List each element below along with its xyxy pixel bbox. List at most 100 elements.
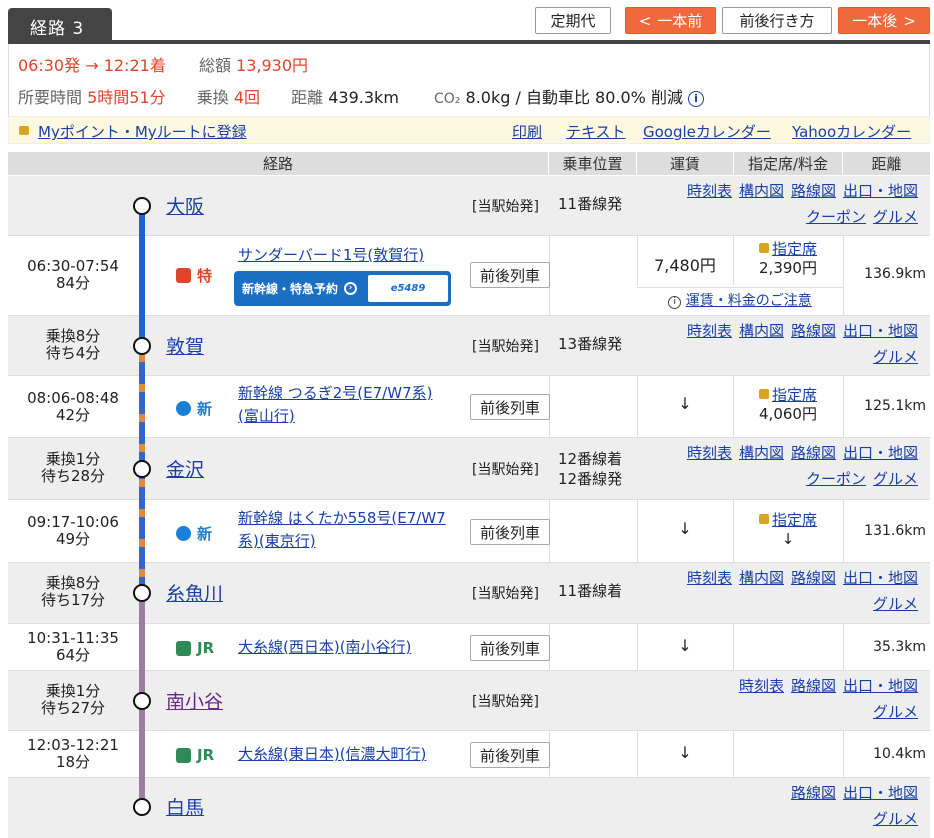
train-destination-link[interactable]: 系)(東京行) — [238, 530, 446, 553]
reserved-seat-link[interactable]: 指定席 — [772, 240, 817, 258]
commuter-pass-button[interactable]: 定期代 — [535, 7, 611, 34]
gourmet-link[interactable]: グルメ — [873, 595, 918, 613]
exit-map-link[interactable]: 出口・地図 — [843, 182, 918, 200]
departure-platform: 12番線発 — [558, 470, 623, 488]
train-name-link[interactable]: 大糸線(東日本)(信濃大町行) — [238, 743, 426, 766]
platform: 12番線着 12番線発 — [558, 449, 622, 489]
gourmet-link[interactable]: グルメ — [873, 810, 918, 828]
station-links: 時刻表 路線図 出口・地図 グルメ — [732, 673, 918, 725]
line-map-link[interactable]: 路線図 — [791, 677, 836, 695]
line-map-link[interactable]: 路線図 — [791, 322, 836, 340]
google-calendar-link[interactable]: Googleカレンダー — [643, 121, 771, 142]
train-name: 新幹線 つるぎ2号(E7/W7系) (富山行) — [238, 382, 432, 428]
duration: 5時間51分 — [87, 88, 166, 107]
duration-label: 所要時間 — [18, 88, 83, 107]
train-distance: 131.6km — [864, 523, 926, 539]
register-link[interactable]: Myポイント・Myルートに登録 — [38, 121, 247, 142]
line-map-link[interactable]: 路線図 — [791, 444, 836, 462]
station-map-link[interactable]: 構内図 — [739, 322, 784, 340]
jr-badge: JR — [176, 746, 214, 764]
station-name[interactable]: 糸魚川 — [166, 579, 223, 606]
station-links: 路線図 出口・地図 グルメ — [784, 780, 918, 832]
reserved-fee: ↓ — [781, 530, 795, 548]
reserved-seat-link[interactable]: 指定席 — [772, 386, 817, 404]
station-row-osaka: 大阪 [当駅始発] 11番線発 時刻表 構内図 路線図 出口・地図 クーポン グルメ — [8, 176, 930, 235]
gourmet-link[interactable]: グルメ — [873, 348, 918, 366]
timetable-link[interactable]: 時刻表 — [739, 677, 784, 695]
print-link[interactable]: 印刷 — [512, 121, 542, 142]
timetable-link[interactable]: 時刻表 — [687, 182, 732, 200]
limited-express-badge: 特 — [176, 265, 212, 286]
station-row-tsuruga: 乗換8分 待ち4分 敦賀 [当駅始発] 13番線発 時刻表 構内図 路線図 出口・地図 … — [8, 316, 930, 375]
exit-map-link[interactable]: 出口・地図 — [843, 322, 918, 340]
station-node-icon — [133, 798, 151, 816]
coupon-link[interactable]: クーポン — [806, 208, 866, 226]
line-map-link[interactable]: 路線図 — [791, 784, 836, 802]
adjacent-trains-button[interactable]: 前後列車 — [470, 519, 550, 545]
origin-note: [当駅始発] — [472, 199, 539, 215]
train-name-link[interactable]: 新幹線 はくたか558号(E7/W7 — [238, 507, 446, 530]
arrow-circle-icon: › — [344, 282, 358, 295]
header-fare: 運賃 — [637, 152, 733, 175]
e5489-banner[interactable]: 新幹線・特急予約 › e5489 — [234, 271, 451, 306]
adjacent-trains-label: 前後列車 — [479, 266, 540, 285]
route-tab[interactable]: 経路 3 — [8, 8, 112, 44]
transfer-time: 乗換1分 — [45, 682, 101, 700]
station-name[interactable]: 南小谷 — [166, 687, 223, 714]
gourmet-link[interactable]: グルメ — [873, 208, 918, 226]
previous-train-button[interactable]: < 一本前 — [625, 7, 716, 34]
exit-map-link[interactable]: 出口・地図 — [843, 444, 918, 462]
station-name[interactable]: 白馬 — [166, 793, 204, 820]
timetable-link[interactable]: 時刻表 — [687, 322, 732, 340]
transfers: 4回 — [233, 88, 261, 107]
station-name[interactable]: 金沢 — [166, 455, 204, 482]
exit-map-link[interactable]: 出口・地図 — [843, 784, 918, 802]
timetable-link[interactable]: 時刻表 — [687, 444, 732, 462]
adjacent-trains-button[interactable]: 前後列車 — [470, 394, 550, 420]
adjacent-trains-button[interactable]: 前後列車 — [470, 262, 550, 288]
exit-map-link[interactable]: 出口・地図 — [843, 677, 918, 695]
next-train-button[interactable]: 一本後 > — [838, 7, 930, 34]
origin-note: [当駅始発] — [472, 462, 539, 478]
adjacent-trains-button[interactable]: 前後列車 — [470, 635, 550, 661]
fare-notice-link[interactable]: 運賃・料金のご注意 — [686, 293, 812, 309]
train-row-hakutaka: 09:17-10:06 49分 新 新幹線 はくたか558号(E7/W7 系)(東京… — [8, 499, 930, 563]
train-name-link[interactable]: 新幹線 つるぎ2号(E7/W7系) — [238, 382, 432, 405]
gourmet-link[interactable]: グルメ — [873, 470, 918, 488]
lock-icon — [19, 126, 29, 135]
train-name-link[interactable]: サンダーバード1号(敦賀行) — [238, 244, 424, 267]
exit-map-link[interactable]: 出口・地図 — [843, 569, 918, 587]
adjacent-trains-button[interactable]: 前後列車 — [470, 742, 550, 768]
train-destination-link[interactable]: (富山行) — [238, 405, 432, 428]
station-name[interactable]: 敦賀 — [166, 332, 204, 359]
station-map-link[interactable]: 構内図 — [739, 444, 784, 462]
train-type: 特 — [197, 267, 213, 285]
timetable-link[interactable]: 時刻表 — [687, 569, 732, 587]
route-line-shinkansen-1 — [139, 344, 145, 469]
transfer-info: 乗換8分 待ち17分 — [8, 575, 138, 609]
shinkansen-badge: 新 — [176, 398, 212, 419]
chevron-left-icon: < — [638, 11, 652, 30]
e5489-logo: e5489 — [368, 275, 448, 302]
info-icon[interactable]: i — [688, 91, 705, 107]
train-time: 10:31-11:35 64分 — [8, 630, 138, 664]
station-name[interactable]: 大阪 — [166, 192, 204, 219]
train-name-link[interactable]: 大糸線(西日本)(南小谷行) — [238, 636, 411, 659]
distance-label: 距離 — [291, 88, 324, 107]
line-map-link[interactable]: 路線図 — [791, 182, 836, 200]
station-map-link[interactable]: 構内図 — [739, 182, 784, 200]
coupon-link[interactable]: クーポン — [806, 470, 866, 488]
around-routes-button[interactable]: 前後行き方 — [722, 7, 832, 34]
depart-time: 06:30発 — [18, 56, 81, 75]
col-divider — [733, 624, 734, 670]
yahoo-calendar-link[interactable]: Yahooカレンダー — [792, 121, 911, 142]
station-map-link[interactable]: 構内図 — [739, 569, 784, 587]
line-map-link[interactable]: 路線図 — [791, 569, 836, 587]
text-link[interactable]: テキスト — [566, 121, 626, 142]
gourmet-link[interactable]: グルメ — [873, 703, 918, 721]
train-row-thunderbird: 06:30-07:54 84分 特 サンダーバード1号(敦賀行) 新幹線・特急予約… — [8, 235, 930, 316]
reserved-seat-link[interactable]: 指定席 — [772, 511, 817, 529]
station-node-icon — [133, 197, 151, 215]
route-line-limited — [139, 204, 145, 344]
fare: ↓ — [678, 519, 692, 538]
